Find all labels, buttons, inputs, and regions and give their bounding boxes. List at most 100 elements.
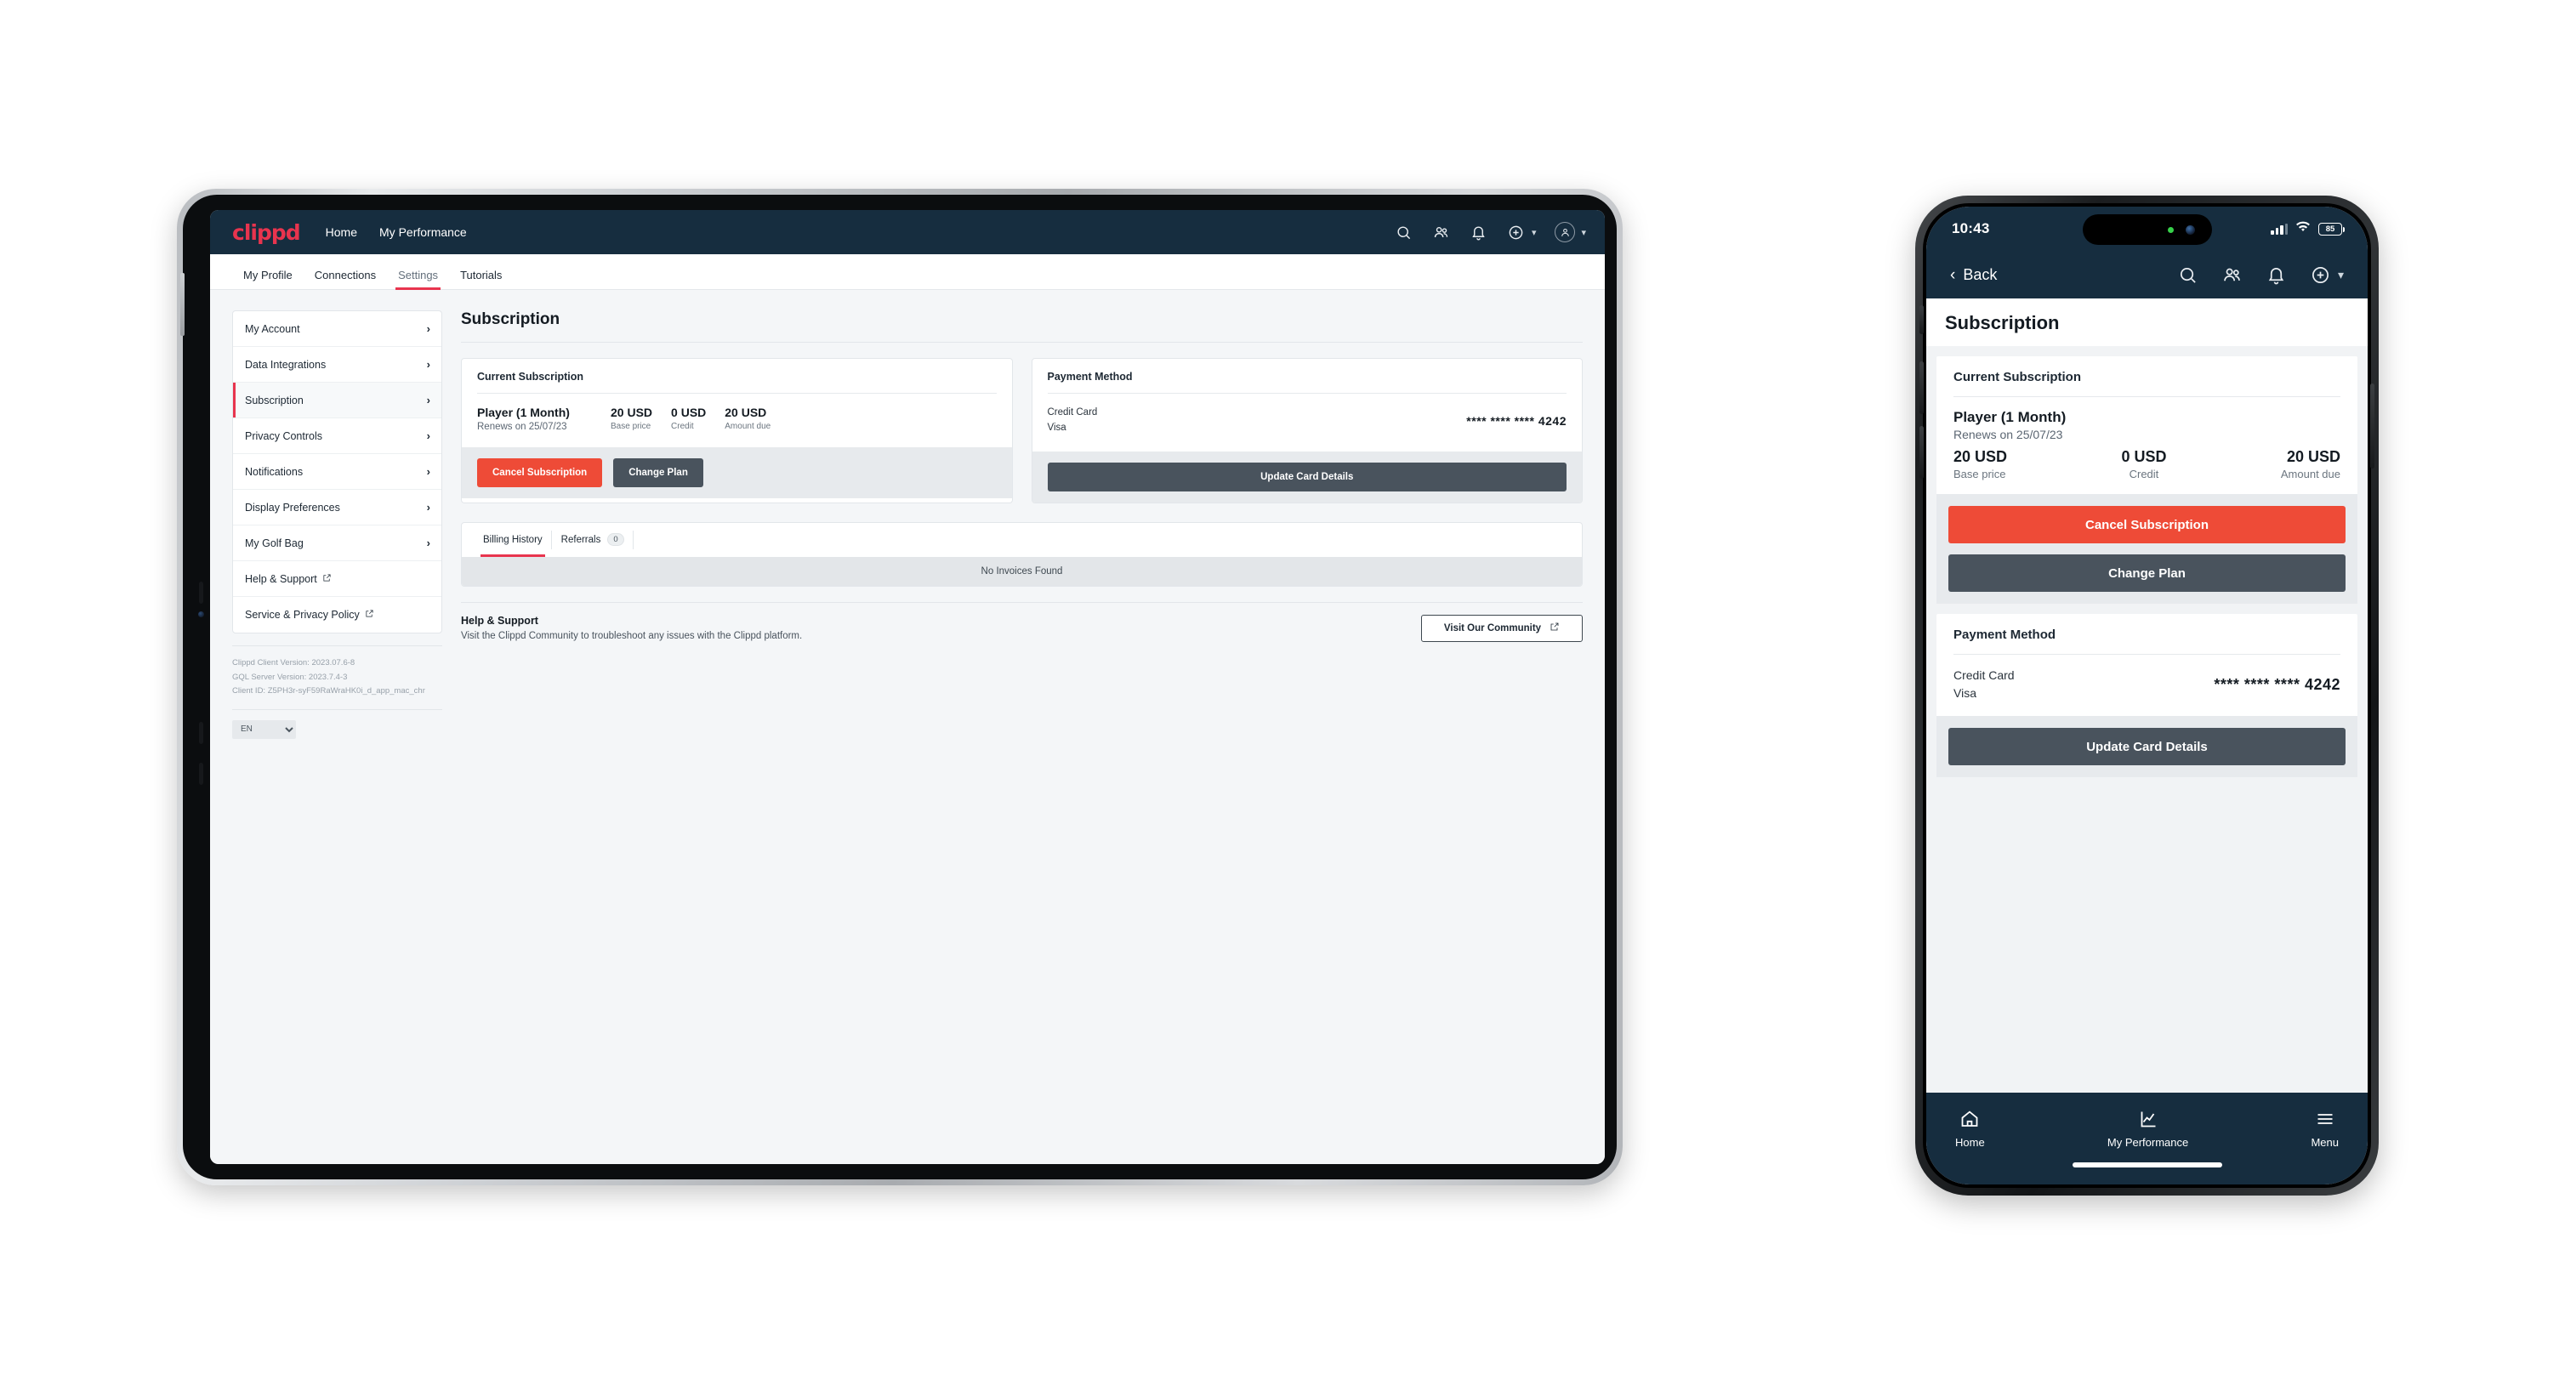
sidebar-item-help-support[interactable]: Help & Support	[233, 561, 441, 597]
language-select[interactable]: EN	[232, 719, 296, 739]
search-icon[interactable]	[2177, 264, 2199, 286]
stat-label: Base price	[1953, 468, 2006, 480]
tab-home[interactable]: Home	[1955, 1109, 1985, 1149]
payment-brand-label: Visa	[1047, 422, 1066, 433]
sidebar-item-my-account[interactable]: My Account ›	[233, 311, 441, 347]
phone-volume-down-button[interactable]	[1919, 426, 1924, 479]
chevron-down-icon[interactable]: ▾	[2338, 268, 2344, 282]
sidebar-item-display-preferences[interactable]: Display Preferences ›	[233, 490, 441, 525]
payment-type-label: Credit Card	[1953, 668, 2015, 682]
tablet-bezel: clippd Home My Performance ▾ ▾ My Profil…	[180, 195, 1617, 1179]
tab-billing-history[interactable]: Billing History	[474, 523, 552, 557]
tablet-body: My Account › Data Integrations › Subscri…	[210, 290, 1605, 1164]
tab-menu[interactable]: Menu	[2311, 1109, 2339, 1149]
card-body: Player (1 Month) Renews on 25/07/23 20 U…	[462, 394, 1012, 447]
header-link-my-performance[interactable]: My Performance	[379, 225, 467, 239]
phone-content: Subscription Current Subscription Player…	[1926, 298, 2368, 1093]
phone-nav-icons: ▾	[2177, 264, 2344, 286]
card-footer: Cancel Subscription Change Plan	[1936, 494, 2357, 604]
plan-name: Player (1 Month)	[1953, 409, 2067, 425]
tab-my-performance[interactable]: My Performance	[2107, 1109, 2188, 1149]
people-icon[interactable]	[1432, 223, 1451, 241]
plus-circle-icon[interactable]	[2310, 264, 2332, 286]
clippd-logo[interactable]: clippd	[232, 220, 301, 245]
cancel-subscription-button[interactable]: Cancel Subscription	[1948, 506, 2346, 543]
bell-icon[interactable]	[1470, 223, 1488, 241]
tab-tutorials[interactable]: Tutorials	[449, 269, 513, 289]
help-support-section: Help & Support Visit the Clippd Communit…	[461, 614, 1583, 642]
sidebar-item-data-integrations[interactable]: Data Integrations ›	[233, 347, 441, 383]
avatar-chevron-down-icon[interactable]: ▾	[1581, 227, 1586, 238]
sidebar-divider-1	[232, 645, 442, 646]
billing-history-tabs: Billing History Referrals 0	[462, 523, 1582, 557]
front-camera-icon	[2185, 224, 2195, 235]
cancel-subscription-button[interactable]: Cancel Subscription	[477, 458, 603, 487]
people-icon[interactable]	[2221, 264, 2243, 286]
back-label: Back	[1963, 265, 1998, 283]
sidebar-item-notifications[interactable]: Notifications ›	[233, 454, 441, 490]
header-link-home[interactable]: Home	[326, 225, 357, 239]
phone-power-button[interactable]	[2370, 383, 2374, 469]
tablet-side-dot-2	[199, 722, 203, 744]
chevron-right-icon: ›	[426, 501, 430, 514]
change-plan-button[interactable]: Change Plan	[613, 458, 703, 487]
help-text-block: Help & Support Visit the Clippd Communit…	[461, 615, 802, 641]
external-link-icon	[365, 609, 374, 621]
chevron-right-icon: ›	[426, 394, 430, 406]
sidebar-item-label: Privacy Controls	[245, 429, 322, 442]
back-button[interactable]: ‹ Back	[1950, 266, 1997, 284]
tab-connections[interactable]: Connections	[304, 269, 387, 289]
page-title: Subscription	[1945, 312, 2060, 333]
phone-silent-switch[interactable]	[1919, 305, 1924, 334]
sidebar-item-privacy-controls[interactable]: Privacy Controls ›	[233, 418, 441, 454]
card-footer: Cancel Subscription Change Plan	[462, 447, 1012, 498]
stat-credit: 0 USD Credit	[671, 406, 706, 431]
version-info: Clippd Client Version: 2023.07.6-8 GQL S…	[232, 656, 442, 699]
sidebar-item-label: My Golf Bag	[245, 537, 304, 549]
help-title: Help & Support	[461, 615, 538, 628]
phone-nav-bar: ‹ Back ▾	[1926, 251, 2368, 298]
status-time: 10:43	[1952, 220, 1990, 236]
sidebar-item-subscription[interactable]: Subscription ›	[233, 383, 441, 418]
sidebar-item-my-golf-bag[interactable]: My Golf Bag ›	[233, 525, 441, 561]
tablet-volume-button[interactable]	[180, 273, 185, 336]
change-plan-button[interactable]: Change Plan	[1948, 554, 2346, 592]
home-indicator[interactable]	[2072, 1162, 2222, 1167]
card-body: Player (1 Month) Renews on 25/07/23 20 U…	[1936, 397, 2357, 494]
stat-value: 0 USD	[2121, 448, 2167, 465]
tab-label: Home	[1955, 1135, 1985, 1149]
stat-credit: 0 USD Credit	[2121, 448, 2166, 480]
phone-status-bar: 10:43 85	[1926, 207, 2368, 251]
update-card-details-button[interactable]: Update Card Details	[1948, 728, 2346, 765]
payment-row: Credit Card Visa **** **** **** 4242	[1953, 667, 2340, 702]
visit-community-button[interactable]: Visit Our Community	[1421, 614, 1583, 642]
stat-value: 20 USD	[1953, 448, 2008, 465]
card-title: Current Subscription	[1953, 370, 2082, 384]
stat-label: Credit	[2129, 468, 2159, 480]
cellular-signal-icon	[2271, 223, 2288, 235]
tab-settings[interactable]: Settings	[387, 269, 449, 290]
sidebar-item-service-privacy-policy[interactable]: Service & Privacy Policy	[233, 597, 441, 633]
plus-circle-icon[interactable]	[1507, 223, 1526, 241]
chevron-right-icon: ›	[426, 322, 430, 335]
phone-screen: 10:43 85 ‹ Back ▾ Subscription Current S…	[1926, 207, 2368, 1184]
avatar-menu[interactable]: ▾	[1555, 222, 1586, 242]
sidebar-item-label: Display Preferences	[245, 501, 340, 514]
add-menu[interactable]: ▾	[2310, 264, 2344, 286]
chevron-right-icon: ›	[426, 465, 430, 478]
update-card-details-button[interactable]: Update Card Details	[1047, 462, 1567, 491]
search-icon[interactable]	[1395, 223, 1413, 241]
plan-renewal: Renews on 25/07/23	[1953, 428, 2063, 441]
stat-value: 20 USD	[611, 406, 653, 419]
client-id: Client ID: Z5PH3r-syF59RaWraHK0i_d_app_m…	[232, 686, 425, 696]
tab-referrals[interactable]: Referrals 0	[552, 523, 634, 557]
tablet-side-dot-3	[199, 763, 203, 785]
stat-amount-due: 20 USD Amount due	[725, 406, 771, 431]
tab-my-profile[interactable]: My Profile	[232, 269, 304, 289]
plus-chevron-down-icon[interactable]: ▾	[1532, 227, 1537, 238]
chevron-right-icon: ›	[426, 358, 430, 371]
stat-value: 20 USD	[2286, 448, 2340, 465]
chevron-right-icon: ›	[426, 429, 430, 442]
bell-icon[interactable]	[2266, 264, 2288, 286]
phone-volume-up-button[interactable]	[1919, 361, 1924, 414]
